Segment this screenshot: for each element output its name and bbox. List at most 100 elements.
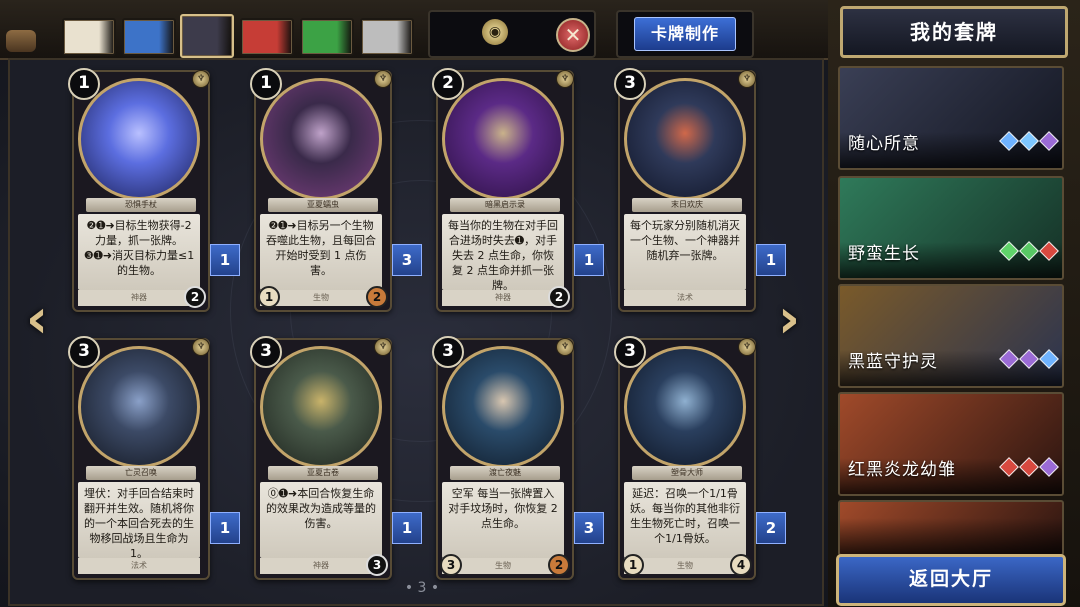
card-name: 末日欢庆 [632,198,742,212]
deck-item[interactable]: 随心所意 [838,66,1064,170]
card-art [260,78,382,200]
deck-item[interactable]: 黑蓝守护灵 [838,284,1064,388]
color-tab-blue[interactable] [122,18,176,56]
color-tab-green[interactable] [300,18,354,56]
gem-icon [999,349,1019,369]
card-count-badge: 1 [392,512,422,544]
color-tab-colorless[interactable] [360,18,414,56]
card[interactable]: 3 ♆ 塑骨大师延迟：召唤一个1/1骨妖。每当你的其他非衍生生物死亡时，召唤一个1/… [614,336,756,580]
card-art [624,78,746,200]
card-text: 埋伏：对手回合结束时翻开并生效。随机将你的一个本回合死去的生物移回战场且生命为 … [78,482,200,560]
deck-color-gems [996,349,1059,370]
card[interactable]: 3 ♆ 亡灵召唤 埋伏：对手回合结束时翻开并生效。随机将你的一个本回合死去的生物移回战… [68,336,210,580]
card-text: ⓪➊➜本回合恢复生命的效果改为造成等量的伤害。 [260,482,382,558]
black-faction-icon: ♆ [738,70,756,88]
card-cost: 3 [250,336,282,368]
card-art [442,346,564,468]
card-cost: 3 [432,336,464,368]
gem-icon [1039,131,1059,151]
card-type: 神器 [260,558,382,574]
deck-item[interactable]: 红黑炎龙幼雏 [838,392,1064,496]
close-icon: ✕ [564,23,582,47]
color-tab-white[interactable] [62,18,116,56]
card-attack: 1 [622,554,644,576]
card-cost: 1 [68,68,100,100]
card-art [78,346,200,468]
card-cost: 3 [68,336,100,368]
card-text: 延迟：召唤一个1/1骨妖。每当你的其他非衍生生物死亡时，召唤一个1/1骨妖。 [624,482,746,558]
deck-name: 黑蓝守护灵 [848,352,938,372]
clear-filter-button[interactable]: ✕ [556,18,590,52]
card-count-badge: 2 [756,512,786,544]
deck-color-gems [996,131,1059,152]
card-text: 每个玩家分别随机消灭一个生物、一个神器并随机弃一张牌。 [624,214,746,290]
card-art [624,346,746,468]
page-indicator: • 3 • [404,580,440,596]
deck-color-gems [996,241,1059,262]
card-health: 2 [366,286,388,308]
card[interactable]: 3 ♆ 渡亡夜魅 空军 每当一张牌置入对手坟场时，你恢复 2 点生命。 生物 3 2 [432,336,574,580]
gem-icon [1019,241,1039,261]
card[interactable]: 1 ♆ 亚夏蠕虫 ❷➊➜目标另一个生物吞噬此生物，且每回合开始时受到 1 点伤害。 生物… [250,68,392,312]
black-faction-icon: ♆ [374,338,392,356]
card-art [78,78,200,200]
card-name: 亚夏蠕虫 [268,198,378,212]
card-attack: 3 [440,554,462,576]
card-count-badge: 3 [392,244,422,276]
card[interactable]: 2 ♆ 暗黑启示录 每当你的生物在对手回合进场时失去➊，对手失去 2 点生命，你恢复 … [432,68,574,312]
card-count-badge: 1 [574,244,604,276]
card-name: 塑骨大师 [632,466,742,480]
color-tab-black[interactable] [180,14,234,58]
color-tab-red[interactable] [240,18,294,56]
eye-icon[interactable]: ◉ [482,19,508,45]
card-count-badge: 1 [210,244,240,276]
card-type: 神器 [442,290,564,306]
game-screen: ◉ ✕ 卡牌制作 ‹ › 1 ♆ 恐惧手杖 ❷➊➜目标生物获得-2力量，抓一张牌。❸➊… [0,0,1080,607]
deck-label-bar [840,518,1062,554]
next-page-arrow[interactable]: › [770,290,808,348]
gem-icon [1039,457,1059,477]
card-name: 暗黑启示录 [450,198,560,212]
black-faction-icon: ♆ [374,70,392,88]
card-count-badge: 3 [574,512,604,544]
back-to-lobby-button[interactable]: 返回大厅 [836,554,1066,606]
gem-icon [999,131,1019,151]
gem-icon [999,457,1019,477]
card-name: 渡亡夜魅 [450,466,560,480]
card[interactable]: 3 ♆ 亚夏古卷 ⓪➊➜本回合恢复生命的效果改为造成等量的伤害。 神器 3 [250,336,392,580]
black-faction-icon: ♆ [192,338,210,356]
card[interactable]: 1 ♆ 恐惧手杖 ❷➊➜目标生物获得-2力量，抓一张牌。❸➊➜消灭目标力量≤1的生物。… [68,68,210,312]
craft-button[interactable]: 卡牌制作 [634,17,736,51]
card-name: 亚夏古卷 [268,466,378,480]
card-text: ❷➊➜目标另一个生物吞噬此生物，且每回合开始时受到 1 点伤害。 [260,214,382,290]
black-faction-icon: ♆ [192,70,210,88]
card-attack: 1 [258,286,280,308]
black-faction-icon: ♆ [738,338,756,356]
card-type: 神器 [78,290,200,306]
card-cost: 1 [250,68,282,100]
card-name: 恐惧手杖 [86,198,196,212]
card-count-badge: 1 [756,244,786,276]
card-health: 2 [548,286,570,308]
card-cost: 3 [614,336,646,368]
card-health: 4 [730,554,752,576]
card-type: 法术 [624,290,746,306]
card-health: 2 [184,286,206,308]
deck-item[interactable]: 野蛮生长 [838,176,1064,280]
card-health: 2 [548,554,570,576]
prev-page-arrow[interactable]: ‹ [18,290,56,348]
deck-name: 红黑炎龙幼雏 [848,460,956,480]
card-text: ❷➊➜目标生物获得-2力量，抓一张牌。❸➊➜消灭目标力量≤1的生物。 [78,214,200,290]
black-faction-icon: ♆ [556,338,574,356]
card-type: 法术 [78,558,200,574]
deck-name: 随心所意 [848,134,920,154]
deck-item[interactable] [838,500,1064,556]
gem-icon [999,241,1019,261]
card-text: 空军 每当一张牌置入对手坟场时，你恢复 2 点生命。 [442,482,564,558]
card[interactable]: 3 ♆ 末日欢庆 每个玩家分别随机消灭一个生物、一个神器并随机弃一张牌。 法术 [614,68,756,312]
deck-name: 野蛮生长 [848,244,920,264]
card-count-badge: 1 [210,512,240,544]
card-text: 每当你的生物在对手回合进场时失去➊，对手失去 2 点生命，你恢复 2 点生命并抓… [442,214,564,292]
deck-panel-title: 我的套牌 [840,6,1068,58]
card-cost: 2 [432,68,464,100]
